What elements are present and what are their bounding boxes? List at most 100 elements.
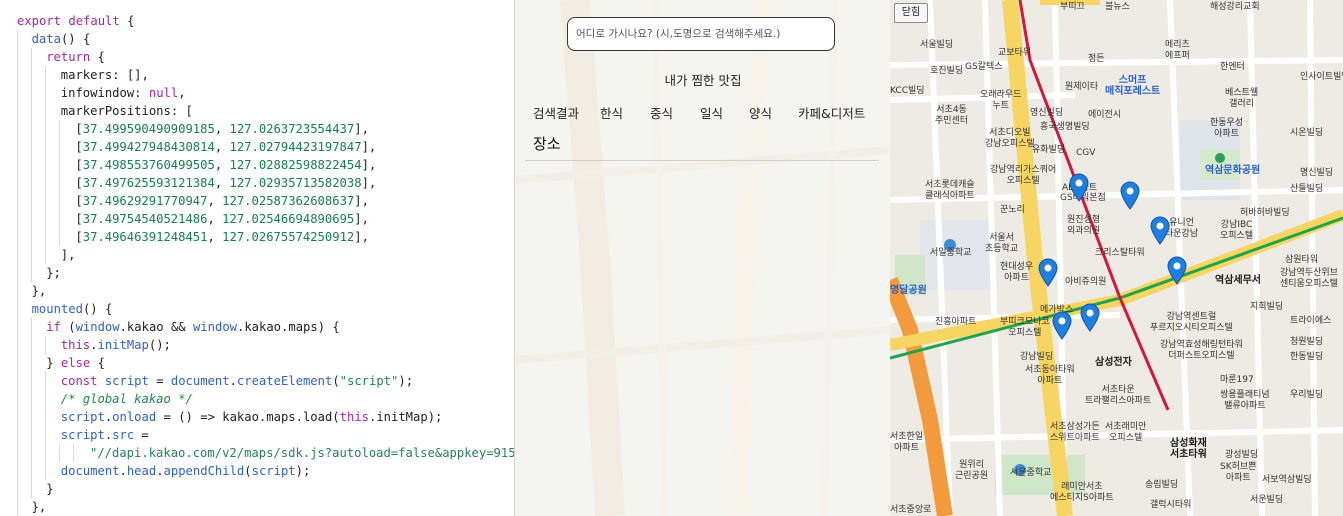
indent-guide (31, 66, 32, 84)
code-line: } (0, 480, 514, 498)
map-place-label: SK허브쁜 아파트 (1220, 462, 1257, 483)
code-token: markers: [], (60, 68, 149, 82)
search-box[interactable] (567, 17, 835, 51)
map-marker-pin-icon[interactable] (1037, 257, 1059, 287)
code-line: script.onload = () => kakao.maps.load(th… (0, 408, 514, 426)
code-token: () { (60, 32, 91, 46)
code-token: , (207, 212, 223, 226)
code-line: script.src = (0, 426, 514, 444)
code-line: ], (0, 246, 514, 264)
code-token: 127.02675574250912 (222, 230, 355, 244)
code-text: [37.499427948430814, 127.02794423197847]… (75, 138, 376, 156)
map-marker-pin-icon[interactable] (1166, 255, 1188, 285)
map-place-label: 스머프 매직포레스트 (1105, 75, 1161, 97)
map-place-label: 진흥아파트 (935, 317, 977, 327)
map-place-label: 원제이타 (1065, 82, 1099, 92)
code-token: , (207, 230, 223, 244)
code-line: /* global kakao */ (0, 390, 514, 408)
code-line: [37.49754540521486, 127.02546694890695], (0, 210, 514, 228)
code-text: } else { (46, 354, 105, 372)
map-place-label: 역삼세무서 (1215, 275, 1261, 286)
indent-guide (31, 264, 32, 282)
code-token: ], (354, 194, 369, 208)
code-text: }, (32, 282, 47, 300)
map-place-label: 서초롯데캐슬 클래식아파트 (925, 180, 975, 201)
code-token: 127.02794423197847 (229, 140, 362, 154)
code-line: [37.499427948430814, 127.02794423197847]… (0, 138, 514, 156)
code-token: [ (75, 122, 83, 136)
map-place-label: 호진빌딩 (930, 66, 964, 76)
map-place-label: 청원빌딩 (1290, 337, 1324, 347)
code-text: ], (61, 246, 76, 264)
map-marker-pin-icon[interactable] (1068, 172, 1090, 202)
map-place-label: 교보타워 (998, 48, 1032, 58)
tab-search-results[interactable]: 검색결과 (533, 103, 579, 122)
code-line: "//dapi.kakao.com/v2/maps/sdk.js?autoloa… (0, 444, 514, 462)
search-input[interactable] (576, 28, 826, 40)
indent-guide (17, 246, 18, 264)
indent-guide (17, 228, 18, 246)
map-marker-pin-icon[interactable] (1079, 302, 1101, 332)
code-token: [ (75, 212, 83, 226)
indent-guide (31, 120, 32, 138)
indent-guide (17, 156, 18, 174)
code-token: ( (244, 464, 252, 478)
map-place-label: 허바허바빌딩 (1240, 208, 1290, 218)
code-token: , (214, 176, 230, 190)
indent-guide (31, 156, 32, 174)
divider (525, 160, 879, 161)
tab-western[interactable]: 양식 (749, 103, 772, 122)
code-editor[interactable]: export default {data() {return {markers:… (0, 0, 514, 516)
map-place-label: 아비쥬의원 (1065, 277, 1107, 287)
indent-guide (31, 462, 32, 480)
map-place-label: 블뉴스 (1105, 2, 1130, 12)
indent-guide (17, 480, 18, 498)
map-marker-pin-icon[interactable] (1149, 215, 1171, 245)
code-text: [37.49754540521486, 127.02546694890695], (75, 210, 369, 228)
tab-korean[interactable]: 한식 (600, 103, 623, 122)
map-marker-pin-icon[interactable] (1119, 180, 1141, 210)
indent-guide (45, 426, 46, 444)
code-token: { (119, 14, 135, 28)
code-line: [37.499590490909185, 127.0263723554437], (0, 120, 514, 138)
map-place-label: 서초한일 아파트 (890, 432, 924, 453)
indent-guide (31, 102, 32, 120)
code-token: 37.498553760499505 (82, 158, 215, 172)
code-token: } (46, 356, 61, 370)
code-lines: export default {data() {return {markers:… (0, 12, 514, 516)
tab-cafe-dessert[interactable]: 카페&디저트 (798, 103, 865, 122)
code-text: data() { (32, 30, 91, 48)
map-place-label: 삼성화재 서초타워 (1170, 438, 1207, 460)
map-marker-pin-icon[interactable] (1051, 310, 1073, 340)
code-token: src (112, 428, 135, 442)
map-place-label: 삼원타워 (1285, 255, 1319, 265)
indent-guide (17, 408, 18, 426)
indent-guide (31, 138, 32, 156)
code-token: "//dapi.kakao.com/v2/maps/sdk.js?autoloa… (90, 446, 514, 460)
close-button[interactable]: 닫힘 (894, 3, 928, 23)
code-token: ); (398, 374, 414, 388)
code-token: 37.499590490909185 (82, 122, 215, 136)
map-place-label: 서초타운 트라팰리스아파트 (1085, 385, 1152, 406)
code-text: document.head.appendChild(script); (61, 462, 311, 480)
tab-chinese[interactable]: 중식 (650, 103, 673, 122)
indent-guide (17, 264, 18, 282)
map-place-label: 한동우성 아파트 (1210, 118, 1244, 139)
map-place-label: 서초4동 주민센터 (935, 105, 969, 126)
code-token: .initMap); (369, 410, 443, 424)
kakao-map[interactable]: 닫힘 블뉴스 부띠끄 해성강리교회 서울빌딩 교보타워 메리츠 에프퍼 호진빌딩 GS칼텍스 정… (890, 0, 1343, 516)
map-place-label: 산들빌딩 (1290, 184, 1324, 194)
code-token: . (229, 374, 237, 388)
indent-guide (45, 408, 46, 426)
code-token: 37.49754540521486 (82, 212, 208, 226)
tab-japanese[interactable]: 일식 (700, 103, 723, 122)
map-place-label: 시온빌딩 (1290, 128, 1324, 138)
code-token: data (31, 32, 61, 46)
indent-guide (31, 318, 32, 336)
indent-guide (17, 498, 18, 516)
code-line: infowindow: null, (0, 84, 514, 102)
map-place-label: KCC빌딩 (890, 86, 925, 96)
code-token: const (60, 374, 98, 388)
indent-guide (17, 300, 18, 318)
